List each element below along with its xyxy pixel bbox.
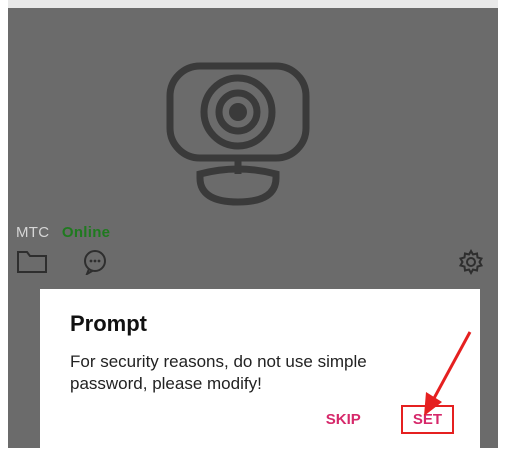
dialog-message: For security reasons, do not use simple … (70, 352, 367, 393)
dialog-title: Prompt (70, 311, 147, 336)
device-status: Online (61, 224, 111, 241)
folder-icon[interactable] (16, 248, 48, 274)
dialog-actions: SKIP SET (320, 405, 454, 434)
set-button[interactable]: SET (400, 405, 454, 434)
password-prompt-dialog: Prompt For security reasons, do not use … (40, 289, 480, 448)
settings-icon[interactable] (457, 248, 485, 276)
bottom-edge (8, 448, 498, 458)
device-info: MTC Online (16, 224, 110, 241)
app-frame: MTC Online Prompt For security reasons, … (0, 0, 505, 458)
status-bar (8, 0, 498, 8)
skip-button[interactable]: SKIP (320, 407, 367, 432)
device-name: MTC (16, 224, 50, 241)
camera-icon (166, 62, 310, 206)
chat-icon[interactable] (82, 249, 108, 275)
